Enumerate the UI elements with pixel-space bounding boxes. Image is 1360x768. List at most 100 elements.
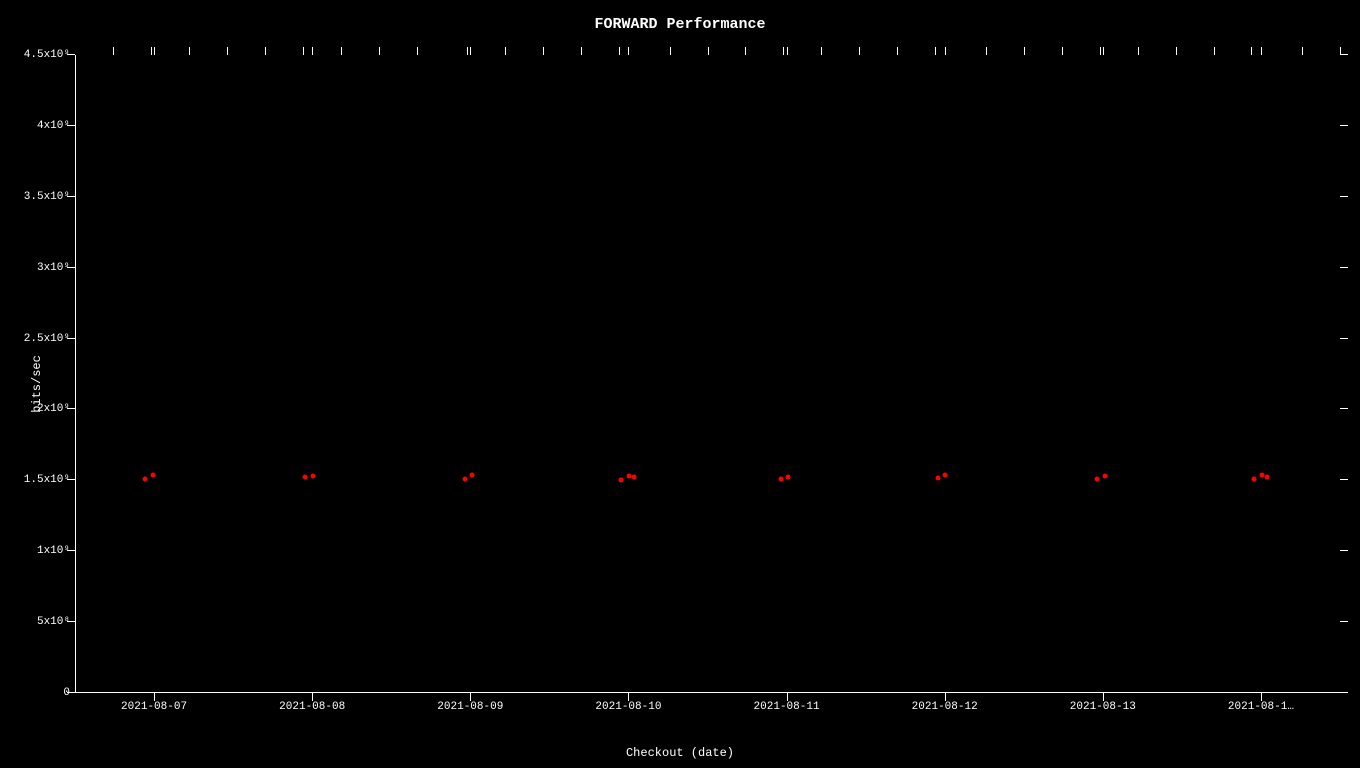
data-point — [462, 476, 467, 481]
x-tick-mark-top-small — [745, 47, 746, 55]
y-tick-label: 1.5x10⁹ — [24, 474, 70, 486]
x-tick-mark-top — [1261, 47, 1262, 55]
x-tick-mark-top-small — [379, 47, 380, 55]
x-tick-mark-top-small — [783, 47, 784, 55]
x-tick-mark — [945, 693, 946, 701]
x-tick-mark-top-small — [151, 47, 152, 55]
x-tick-mark — [312, 693, 313, 701]
x-tick-mark-top-small — [189, 47, 190, 55]
y-tick-mark-right — [1340, 408, 1348, 409]
y-tick-mark-right — [1340, 267, 1348, 268]
x-tick-mark-top-small — [341, 47, 342, 55]
x-tick-mark-top-small — [543, 47, 544, 55]
x-tick-mark — [154, 693, 155, 701]
y-tick-mark-right — [1340, 550, 1348, 551]
data-point — [310, 474, 315, 479]
y-tick-label: 2.5x10⁹ — [24, 333, 70, 345]
x-tick-label: 2021-08-13 — [1070, 701, 1136, 713]
x-tick-mark-top — [628, 47, 629, 55]
x-tick-mark-top-small — [1024, 47, 1025, 55]
x-tick-label: 2021-08-08 — [279, 701, 345, 713]
y-tick-label: 3.5x10⁹ — [24, 191, 70, 203]
data-point — [1264, 475, 1269, 480]
y-tick-mark-left — [67, 692, 75, 693]
chart-container: FORWARD Performance bits/sec Checkout (d… — [0, 0, 1360, 768]
y-tick-mark-left — [67, 267, 75, 268]
data-point — [778, 476, 783, 481]
data-point — [935, 476, 940, 481]
x-tick-mark-top-small — [821, 47, 822, 55]
x-tick-mark-top-small — [1302, 47, 1303, 55]
data-point — [632, 475, 637, 480]
data-point — [1095, 477, 1100, 482]
x-tick-mark-top-small — [986, 47, 987, 55]
data-point — [619, 477, 624, 482]
y-tick-label: 4x10⁹ — [37, 120, 70, 132]
x-tick-mark-top — [312, 47, 313, 55]
x-tick-mark-top-small — [227, 47, 228, 55]
data-point — [470, 473, 475, 478]
y-tick-mark-left — [67, 479, 75, 480]
x-axis-label: Checkout (date) — [626, 746, 734, 760]
x-tick-mark-top-small — [505, 47, 506, 55]
y-tick-mark-left — [67, 338, 75, 339]
x-tick-mark-top-small — [1340, 47, 1341, 55]
y-tick-mark-right — [1340, 621, 1348, 622]
x-tick-mark-top — [787, 47, 788, 55]
y-tick-label: 4.5x10⁹ — [24, 49, 70, 61]
x-tick-mark — [1103, 693, 1104, 701]
x-tick-mark — [628, 693, 629, 701]
x-tick-mark-top-small — [1214, 47, 1215, 55]
chart-title: FORWARD Performance — [594, 16, 765, 33]
y-tick-mark-left — [67, 125, 75, 126]
x-tick-mark-top-small — [1062, 47, 1063, 55]
x-tick-mark — [1261, 693, 1262, 701]
y-tick-label: 5x10⁸ — [37, 616, 70, 628]
data-point — [1251, 476, 1256, 481]
x-tick-mark-top — [154, 47, 155, 55]
y-tick-mark-left — [67, 550, 75, 551]
y-tick-mark-right — [1340, 338, 1348, 339]
axis-bottom — [75, 692, 1340, 693]
data-point — [303, 475, 308, 480]
x-tick-label: 2021-08-11 — [754, 701, 820, 713]
data-point — [786, 474, 791, 479]
x-tick-mark-top-small — [935, 47, 936, 55]
x-tick-mark-top-small — [265, 47, 266, 55]
x-tick-mark-top-small — [897, 47, 898, 55]
x-tick-mark — [470, 693, 471, 701]
x-tick-mark-top-small — [1251, 47, 1252, 55]
x-tick-mark — [787, 693, 788, 701]
x-tick-label: 2021-08-12 — [912, 701, 978, 713]
x-tick-label: 2021-08-09 — [437, 701, 503, 713]
y-tick-mark-right — [1340, 54, 1348, 55]
y-tick-mark-right — [1340, 479, 1348, 480]
data-point — [151, 472, 156, 477]
x-tick-mark-top-small — [417, 47, 418, 55]
x-tick-mark-top-small — [581, 47, 582, 55]
x-tick-mark-top-small — [670, 47, 671, 55]
x-tick-label: 2021-08-10 — [595, 701, 661, 713]
data-point — [142, 477, 147, 482]
x-tick-label: 2021-08-1… — [1228, 701, 1294, 713]
x-tick-mark-top-small — [619, 47, 620, 55]
y-tick-mark-right — [1340, 196, 1348, 197]
x-tick-mark-top-small — [1176, 47, 1177, 55]
x-tick-mark-top — [1103, 47, 1104, 55]
x-tick-mark-top-small — [1100, 47, 1101, 55]
x-tick-mark-top-small — [859, 47, 860, 55]
y-tick-mark-right — [1340, 125, 1348, 126]
y-tick-mark-left — [67, 408, 75, 409]
y-tick-mark-left — [67, 196, 75, 197]
x-tick-label: 2021-08-07 — [121, 701, 187, 713]
y-tick-label: 2x10⁹ — [37, 403, 70, 415]
x-tick-mark-top — [470, 47, 471, 55]
y-tick-label: 1x10⁹ — [37, 545, 70, 557]
data-point — [1102, 474, 1107, 479]
x-tick-mark-top-small — [303, 47, 304, 55]
axis-left — [75, 55, 76, 693]
y-tick-mark-left — [67, 54, 75, 55]
data-point — [943, 473, 948, 478]
x-tick-mark-top-small — [467, 47, 468, 55]
x-tick-mark-top — [945, 47, 946, 55]
